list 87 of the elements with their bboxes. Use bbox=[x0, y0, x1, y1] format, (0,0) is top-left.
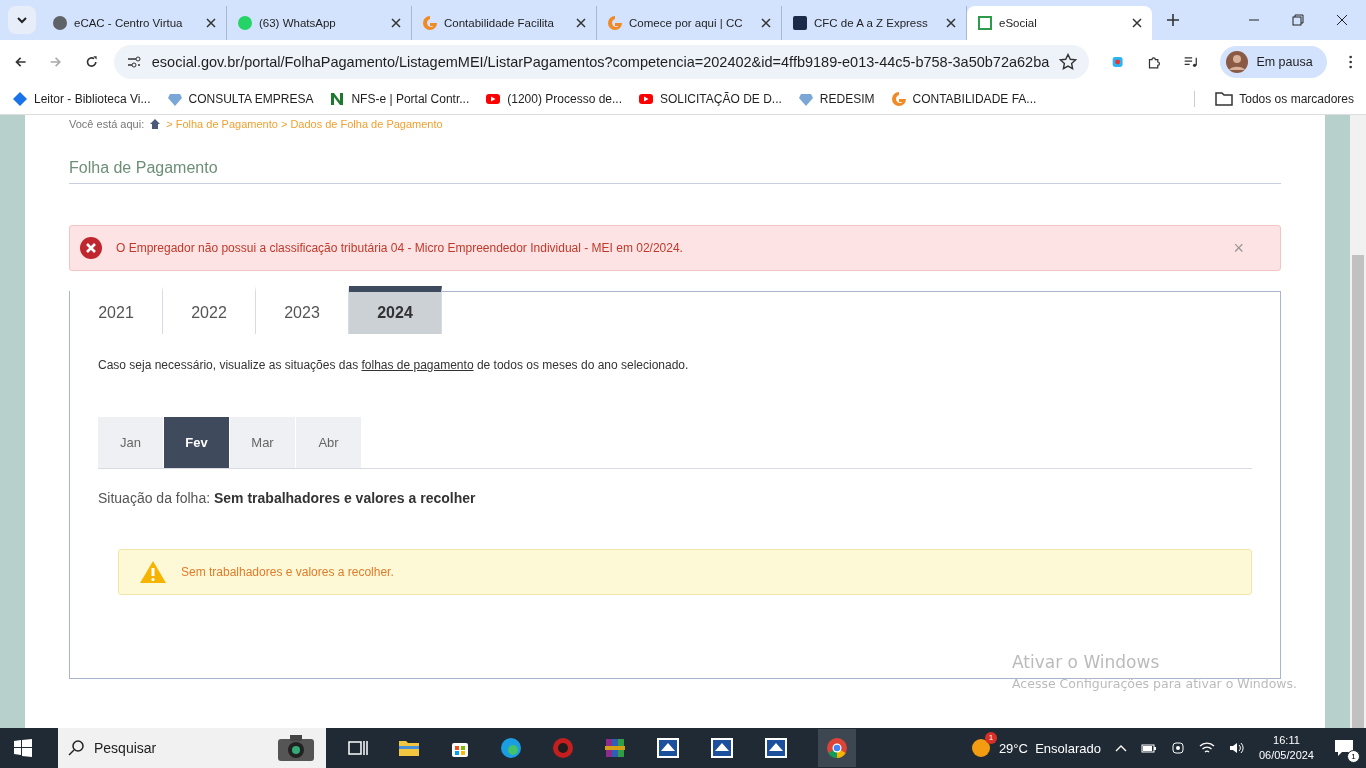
bookmark-title[interactable]: Leitor - Biblioteca Vi... bbox=[34, 92, 151, 106]
clock[interactable]: 16:11 06/05/2024 bbox=[1258, 733, 1314, 763]
letter-n-icon bbox=[329, 91, 346, 107]
activation-text: Acesse Configurações para ativar o Windows. bbox=[1012, 676, 1298, 691]
start-icon[interactable] bbox=[14, 739, 32, 757]
month-tab[interactable]: Mar bbox=[230, 417, 296, 468]
restore-icon[interactable] bbox=[1292, 14, 1304, 26]
battery-icon[interactable] bbox=[1140, 742, 1157, 754]
bookmark-title[interactable]: REDESIM bbox=[819, 92, 875, 106]
month-tab[interactable]: Abr bbox=[296, 417, 362, 468]
bookmark-title[interactable]: NFS-e | Portal Contr... bbox=[351, 92, 470, 106]
app-icon[interactable] bbox=[764, 737, 788, 759]
address-bar[interactable]: esocial.gov.br/portal/FolhaPagamento/ListagemMEI/ListarPagamentos?competencia=202402&id=4ffb9189-e013-44c5-b758-3a50b72a62ba bbox=[113, 45, 1090, 79]
error-icon bbox=[80, 237, 102, 259]
sun-icon[interactable] bbox=[970, 738, 991, 758]
new-tab-icon[interactable] bbox=[1166, 13, 1180, 27]
bookmark-title[interactable]: CONSULTA EMPRESA bbox=[188, 92, 314, 106]
site-icon bbox=[792, 15, 808, 31]
scrollbar-thumb[interactable] bbox=[1352, 255, 1364, 728]
bookmark-title[interactable]: CONTABILIDADE FA... bbox=[912, 92, 1037, 106]
year-tab[interactable]: 2021 bbox=[70, 286, 163, 334]
chrome-icon[interactable] bbox=[818, 729, 856, 767]
warning-message: Sem trabalhadores e valores a recolher. bbox=[181, 565, 394, 579]
wifi-icon[interactable] bbox=[1198, 741, 1215, 755]
app-icon[interactable] bbox=[656, 737, 680, 759]
diamond-icon bbox=[12, 91, 28, 107]
archive-icon[interactable] bbox=[604, 737, 626, 759]
camera-icon bbox=[276, 733, 316, 763]
all-bookmarks-button[interactable]: Todos os marcadores bbox=[1215, 92, 1354, 106]
caret-icon[interactable] bbox=[16, 16, 28, 24]
error-message: O Empregador não possui a classificação tributária 04 - Micro Empreendedor Individual - MEI em 02/2024. bbox=[116, 241, 684, 255]
page-title: Folha de Pagamento bbox=[69, 159, 1281, 184]
play-icon bbox=[485, 91, 502, 107]
activation-title: Ativar o Windows bbox=[1012, 652, 1161, 672]
more-icon[interactable] bbox=[1348, 54, 1352, 70]
site-settings-icon[interactable] bbox=[125, 54, 142, 70]
avatar-icon bbox=[1226, 51, 1249, 73]
weather-text[interactable]: 29°C Ensolarado bbox=[998, 740, 1101, 756]
chevron-up-icon[interactable] bbox=[1114, 744, 1127, 752]
site-icon bbox=[607, 15, 623, 31]
close-icon[interactable] bbox=[391, 18, 401, 28]
taskbar-search-field[interactable]: Pesquisar bbox=[58, 728, 326, 768]
close-icon[interactable] bbox=[1132, 18, 1142, 28]
year-tab[interactable]: 2024 bbox=[349, 286, 442, 334]
notification-badge: 1 bbox=[984, 732, 997, 744]
site-icon bbox=[977, 15, 993, 31]
year-tab[interactable]: 2023 bbox=[256, 286, 349, 334]
profile-button[interactable]: Em pausa bbox=[1220, 46, 1327, 78]
payroll-status: Situação da folha: Sem trabalhadores e valores a recolher bbox=[98, 490, 477, 506]
tab-search-button[interactable] bbox=[8, 6, 36, 34]
task-view-icon[interactable] bbox=[348, 738, 368, 758]
app-icon[interactable] bbox=[710, 737, 734, 759]
speaker-icon[interactable] bbox=[1228, 741, 1245, 755]
warning-icon bbox=[139, 560, 167, 584]
close-icon[interactable] bbox=[761, 18, 771, 28]
close-icon[interactable] bbox=[206, 18, 216, 28]
star-icon[interactable] bbox=[1059, 53, 1078, 71]
url-text: esocial.gov.br/portal/FolhaPagamento/ListagemMEI/ListarPagamentos?competencia=202402&id=4ffb9189-e013-44c5-b758-3a50b72a62ba bbox=[151, 54, 1050, 70]
swirl-icon bbox=[890, 91, 907, 107]
gem-icon bbox=[166, 91, 183, 107]
month-tab[interactable]: Jan bbox=[98, 417, 164, 468]
month-tab[interactable]: Fev bbox=[164, 417, 230, 468]
site-icon bbox=[52, 15, 68, 31]
extension-icon[interactable] bbox=[1111, 54, 1125, 70]
browser-tab[interactable]: eSocial bbox=[967, 6, 1152, 40]
close-icon[interactable] bbox=[576, 18, 586, 28]
close-icon[interactable] bbox=[1336, 14, 1348, 26]
bookmark-title[interactable]: (1200) Processo de... bbox=[507, 92, 622, 106]
folder-icon bbox=[1215, 92, 1234, 106]
close-icon[interactable] bbox=[946, 18, 956, 28]
reload-icon[interactable] bbox=[84, 54, 98, 70]
site-icon bbox=[422, 15, 438, 31]
breadcrumb-label: Você está aqui: bbox=[69, 117, 145, 131]
bookmark-title[interactable]: SOLICITAÇÃO DE D... bbox=[660, 92, 782, 106]
play-icon bbox=[638, 91, 654, 107]
camera-icon[interactable] bbox=[1170, 740, 1185, 756]
payroll-link[interactable]: folhas de pagamento bbox=[361, 358, 474, 372]
notification-icon[interactable] bbox=[1334, 739, 1354, 757]
home-icon[interactable] bbox=[150, 119, 161, 129]
intro-text: Caso seja necessário, visualize as situações das folhas de pagamento de todos os meses do ano selecionado. bbox=[98, 358, 690, 372]
edge-icon[interactable] bbox=[500, 737, 522, 759]
folder-icon[interactable] bbox=[398, 738, 420, 758]
year-tab[interactable]: 2022 bbox=[163, 286, 256, 334]
notification-badge: 1 bbox=[1347, 750, 1360, 763]
search-icon bbox=[68, 740, 84, 756]
site-icon bbox=[237, 15, 253, 31]
gem-icon bbox=[797, 91, 814, 107]
